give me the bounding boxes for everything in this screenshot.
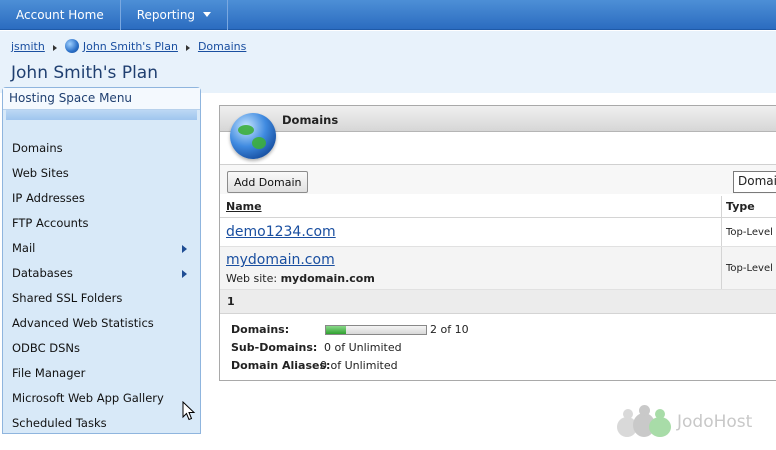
- page-title: John Smith's Plan: [11, 63, 158, 83]
- column-divider: [721, 218, 722, 246]
- sidebar-item-label: Advanced Web Statistics: [12, 316, 154, 330]
- sidebar-item-web-sites[interactable]: Web Sites: [3, 161, 200, 186]
- person-head-shape: [639, 405, 650, 416]
- column-header-type: Type: [726, 200, 755, 213]
- table-row: demo1234.com Top-Level: [220, 218, 776, 247]
- sidebar-item-odbc-dsns[interactable]: ODBC DSNs: [3, 336, 200, 361]
- nav-account-home-label: Account Home: [16, 8, 104, 22]
- column-header-name[interactable]: Name: [226, 200, 262, 213]
- breadcrumb: jsmith John Smith's Plan Domains: [11, 39, 246, 53]
- domain-type: Top-Level: [726, 263, 773, 274]
- quota-label: Domains:: [231, 323, 290, 336]
- sidebar-divider: [6, 110, 197, 120]
- quota-label: Sub-Domains:: [231, 341, 318, 354]
- sidebar-item-advanced-web-statistics[interactable]: Advanced Web Statistics: [3, 311, 200, 336]
- domain-type: Top-Level: [726, 227, 773, 238]
- top-nav: Account Home Reporting: [0, 0, 776, 30]
- nav-account-home[interactable]: Account Home: [0, 0, 121, 30]
- breadcrumb-plan-link[interactable]: John Smith's Plan: [83, 40, 178, 53]
- sidebar-item-ftp-accounts[interactable]: FTP Accounts: [3, 211, 200, 236]
- page-number[interactable]: 1: [227, 295, 235, 308]
- table-header: Name Type: [220, 196, 776, 218]
- domain-link[interactable]: demo1234.com: [226, 224, 336, 240]
- globe-land-shape: [238, 125, 254, 135]
- sidebar-item-shared-ssl-folders[interactable]: Shared SSL Folders: [3, 286, 200, 311]
- domains-panel: Domains Add Domain Domain Name Type demo…: [219, 105, 776, 381]
- sidebar-item-file-manager[interactable]: File Manager: [3, 361, 200, 386]
- sidebar-item-label: File Manager: [12, 366, 86, 380]
- chevron-right-icon: [182, 270, 187, 278]
- nav-reporting[interactable]: Reporting: [121, 0, 229, 30]
- sidebar-item-scheduled-tasks[interactable]: Scheduled Tasks: [3, 411, 200, 436]
- quota-value: 2 of 10: [430, 323, 469, 336]
- sidebar-item-databases[interactable]: Databases: [3, 261, 200, 286]
- people-logo-icon: [615, 405, 673, 439]
- sidebar-title: Hosting Space Menu: [3, 88, 200, 110]
- sidebar-item-label: FTP Accounts: [12, 216, 89, 230]
- sidebar-item-web-app-gallery[interactable]: Microsoft Web App Gallery: [3, 386, 200, 411]
- add-domain-button[interactable]: Add Domain: [227, 171, 309, 193]
- nav-reporting-label: Reporting: [136, 8, 196, 22]
- top-navigation-bar: Account Home Reporting: [0, 0, 776, 30]
- quota-progress-fill: [326, 326, 346, 334]
- quota-progress-bar: [325, 325, 427, 335]
- table-row: mydomain.com Web site: mydomain.com Top-…: [220, 247, 776, 290]
- quota-value: 0 of Unlimited: [324, 341, 402, 354]
- website-label: Web site:: [226, 272, 278, 285]
- breadcrumb-separator-icon: [185, 45, 190, 51]
- globe-icon: [230, 113, 276, 159]
- sidebar-item-label: Web Sites: [12, 166, 69, 180]
- column-divider: [721, 247, 722, 289]
- quota-label: Domain Aliases:: [231, 359, 331, 372]
- sidebar-item-label: IP Addresses: [12, 191, 85, 205]
- sidebar-item-domains[interactable]: Domains: [3, 136, 200, 161]
- sidebar-item-label: Mail: [12, 241, 36, 255]
- sidebar-item-label: Domains: [12, 141, 63, 155]
- jodohost-logo: JodoHost: [615, 405, 752, 439]
- search-field-select[interactable]: Domain: [733, 171, 776, 193]
- panel-toolbar: Add Domain Domain: [220, 164, 776, 194]
- chevron-down-icon: [203, 12, 212, 17]
- website-info: Web site: mydomain.com: [226, 272, 375, 285]
- globe-land-shape: [252, 137, 266, 149]
- person-head-shape: [623, 409, 633, 419]
- person-head-shape: [655, 409, 665, 419]
- sidebar-item-label: Microsoft Web App Gallery: [12, 391, 164, 405]
- quota-value: 0 of Unlimited: [320, 359, 398, 372]
- panel-title: Domains: [282, 113, 339, 127]
- sidebar-menu-list: Domains Web Sites IP Addresses FTP Accou…: [3, 136, 200, 436]
- sidebar-item-label: Databases: [12, 266, 73, 280]
- sidebar-item-ip-addresses[interactable]: IP Addresses: [3, 186, 200, 211]
- domains-table: Name Type demo1234.com Top-Level mydomai…: [220, 196, 776, 314]
- logo-text: JodoHost: [677, 412, 753, 432]
- column-divider: [721, 196, 722, 217]
- sidebar-item-label: Scheduled Tasks: [12, 416, 107, 430]
- breadcrumb-user-link[interactable]: jsmith: [11, 40, 45, 53]
- chevron-right-icon: [182, 245, 187, 253]
- breadcrumb-separator-icon: [52, 45, 57, 51]
- sidebar-item-label: Shared SSL Folders: [12, 291, 123, 305]
- mouse-pointer-icon: [182, 401, 196, 421]
- globe-icon: [64, 39, 79, 53]
- person-shape: [649, 417, 671, 437]
- sidebar-item-label: ODBC DSNs: [12, 341, 81, 355]
- page-header: jsmith John Smith's Plan Domains John Sm…: [0, 31, 776, 93]
- hosting-space-menu: Hosting Space Menu Domains Web Sites IP …: [2, 87, 201, 434]
- breadcrumb-domains-link[interactable]: Domains: [198, 40, 246, 53]
- website-name: mydomain.com: [280, 272, 375, 285]
- sidebar-item-mail[interactable]: Mail: [3, 236, 200, 261]
- pager: 1: [220, 290, 776, 314]
- domain-link[interactable]: mydomain.com: [226, 252, 335, 268]
